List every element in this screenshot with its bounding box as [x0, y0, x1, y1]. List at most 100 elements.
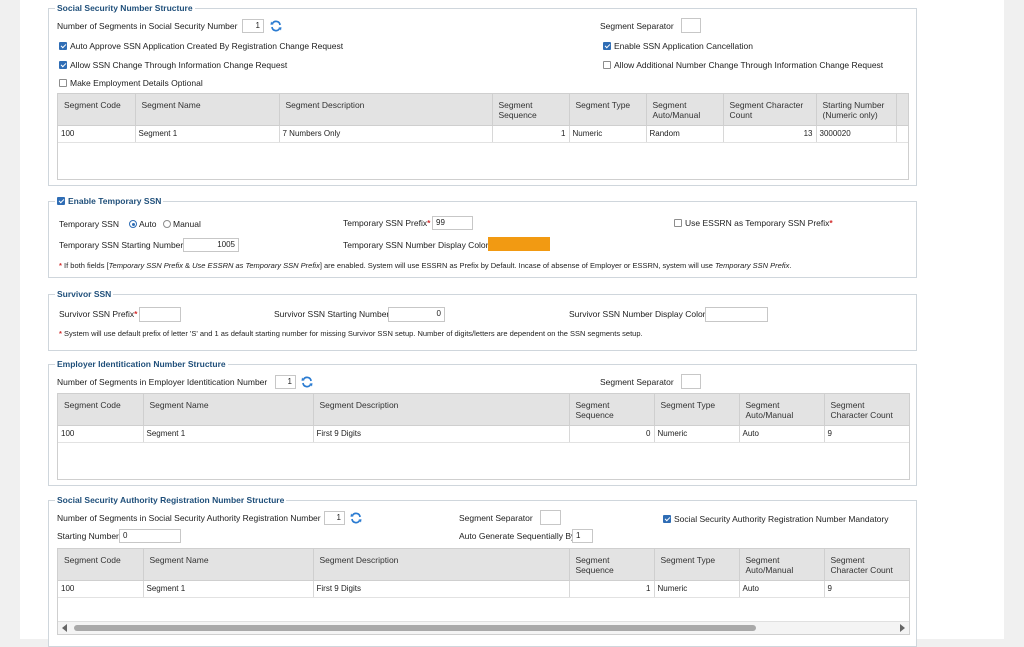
ein-separator-input[interactable]	[681, 374, 701, 389]
temporary-ssn-manual-option[interactable]: Manual	[163, 219, 201, 230]
column-header[interactable]: Segment Type	[654, 394, 740, 426]
enable-temporary-ssn-checkbox[interactable]	[57, 197, 65, 205]
column-header[interactable]: Segment Description	[313, 394, 570, 426]
employment-optional-option[interactable]: Make Employment Details Optional	[59, 78, 203, 89]
table-cell: Auto	[739, 425, 825, 443]
table-cell: Random	[646, 125, 724, 143]
column-header[interactable]: Segment Code	[58, 549, 144, 581]
ssa-segment-table: Segment Code Segment Name Segment Descri…	[57, 548, 910, 635]
table-cell: 9	[824, 425, 909, 443]
note-emphasis: Temporary SSN Prefix	[715, 261, 790, 270]
allow-change-option[interactable]: Allow SSN Change Through Information Cha…	[59, 60, 287, 71]
allow-additional-option[interactable]: Allow Additional Number Change Through I…	[603, 60, 883, 71]
column-header[interactable]: Segment Auto/Manual	[739, 394, 825, 426]
ssn-separator-input[interactable]	[681, 18, 701, 33]
auto-radio[interactable]	[129, 220, 137, 228]
ssa-structure-section: Social Security Authority Registration N…	[48, 495, 917, 647]
column-header[interactable]: Segment Code	[58, 394, 144, 426]
scrollbar-thumb[interactable]	[74, 625, 756, 631]
ein-structure-section: Employer Identitication Number Structure…	[48, 359, 917, 486]
column-header[interactable]: Segment Name	[143, 549, 314, 581]
survivor-color-label: Survivor SSN Number Display Color	[569, 309, 706, 319]
auto-approve-checkbox[interactable]	[59, 42, 67, 50]
ssa-starting-label: Starting Number	[57, 531, 119, 541]
temporary-ssn-prefix-input[interactable]: 99	[432, 216, 473, 230]
allow-additional-label: Allow Additional Number Change Through I…	[614, 60, 884, 70]
ein-segments-input[interactable]: 1	[275, 375, 296, 389]
column-header[interactable]: Segment Code	[58, 94, 136, 126]
survivor-ssn-section: Survivor SSN Survivor SSN Prefix* Surviv…	[48, 289, 917, 351]
column-header[interactable]: Segment Sequence	[569, 394, 655, 426]
survivor-start-input[interactable]: 0	[388, 307, 445, 322]
scroll-right-arrow-icon[interactable]	[900, 624, 905, 632]
column-header[interactable]: Segment Description	[313, 549, 570, 581]
column-header[interactable]: Segment Auto/Manual	[646, 94, 724, 126]
ein-refresh-icon[interactable]	[301, 376, 313, 388]
table-cell: First 9 Digits	[313, 580, 570, 598]
ssn-refresh-icon[interactable]	[270, 20, 282, 32]
temporary-ssn-prefix-text: Temporary SSN Prefix	[343, 218, 428, 228]
survivor-prefix-input[interactable]	[139, 307, 181, 322]
ssa-auto-gen-input[interactable]: 1	[572, 529, 593, 543]
column-header[interactable]: Segment Sequence	[569, 549, 655, 581]
auto-radio-label: Auto	[139, 219, 157, 229]
enable-cancel-option[interactable]: Enable SSN Application Cancellation	[603, 41, 753, 52]
use-essrn-checkbox[interactable]	[674, 219, 682, 227]
column-header[interactable]: Segment Description	[279, 94, 493, 126]
temporary-ssn-prefix-label: Temporary SSN Prefix*	[343, 218, 431, 228]
note-text: &	[182, 261, 193, 270]
column-header[interactable]: Segment Name	[135, 94, 280, 126]
column-header[interactable]: Segment Name	[143, 394, 314, 426]
temporary-ssn-color-label: Temporary SSN Number Display Color	[343, 240, 489, 250]
table-cell: Numeric	[654, 580, 740, 598]
table-row[interactable]: 100 Segment 1 7 Numbers Only 1 Numeric R…	[58, 125, 908, 143]
note-text: .	[789, 261, 792, 270]
temporary-ssn-start-input[interactable]: 1005	[183, 238, 239, 252]
note-text: System will use default prefix of letter…	[64, 329, 643, 338]
horizontal-scrollbar[interactable]	[58, 621, 909, 634]
table-cell: Numeric	[654, 425, 740, 443]
manual-radio-label: Manual	[173, 219, 201, 229]
employment-optional-checkbox[interactable]	[59, 79, 67, 87]
survivor-color-picker[interactable]	[705, 307, 768, 322]
ssn-segment-table: Segment Code Segment Name Segment Descri…	[57, 93, 909, 180]
employment-optional-label: Make Employment Details Optional	[70, 78, 203, 88]
column-header[interactable]: Segment Character Count	[723, 94, 817, 126]
enable-cancel-label: Enable SSN Application Cancellation	[614, 41, 753, 51]
use-essrn-option[interactable]: Use ESSRN as Temporary SSN Prefix*	[674, 218, 833, 229]
column-header[interactable]: Segment Auto/Manual	[739, 549, 825, 581]
survivor-prefix-text: Survivor SSN Prefix	[59, 309, 135, 319]
table-row[interactable]: 100 Segment 1 First 9 Digits 0 Numeric A…	[58, 425, 909, 443]
ssa-refresh-icon[interactable]	[350, 512, 362, 524]
allow-change-label: Allow SSN Change Through Information Cha…	[70, 60, 288, 70]
ssa-separator-input[interactable]	[540, 510, 561, 525]
ssa-mandatory-checkbox[interactable]	[663, 515, 671, 523]
table-cell: Segment 1	[143, 580, 314, 598]
manual-radio[interactable]	[163, 220, 171, 228]
ssa-segments-input[interactable]: 1	[324, 511, 345, 525]
scroll-left-arrow-icon[interactable]	[62, 624, 67, 632]
column-header[interactable]: Segment Type	[569, 94, 647, 126]
use-essrn-label: Use ESSRN as Temporary SSN Prefix	[685, 218, 830, 228]
allow-additional-checkbox[interactable]	[603, 61, 611, 69]
column-header[interactable]: Starting Number (Numeric only)	[816, 94, 897, 126]
ssn-segments-input[interactable]: 1	[242, 19, 264, 33]
temporary-ssn-color-picker[interactable]	[488, 237, 550, 251]
ein-separator-label: Segment Separator	[600, 377, 674, 387]
ssa-starting-input[interactable]: 0	[119, 529, 181, 543]
enable-cancel-checkbox[interactable]	[603, 42, 611, 50]
temporary-ssn-auto-option[interactable]: Auto	[129, 219, 157, 230]
auto-approve-option[interactable]: Auto Approve SSN Application Created By …	[59, 41, 343, 52]
column-header[interactable]: Segment Type	[654, 549, 740, 581]
column-header[interactable]: Segment Sequence	[492, 94, 570, 126]
temporary-ssn-legend[interactable]: Enable Temporary SSN	[55, 196, 164, 207]
ssa-auto-gen-label: Auto Generate Sequentially By	[459, 531, 576, 541]
column-header[interactable]: Segment Character Count	[824, 394, 909, 426]
ssa-mandatory-option[interactable]: Social Security Authority Registration N…	[663, 514, 888, 525]
table-row[interactable]: 100 Segment 1 First 9 Digits 1 Numeric A…	[58, 580, 909, 598]
ssa-mandatory-label: Social Security Authority Registration N…	[674, 514, 889, 524]
note-emphasis: Use ESSRN as Temporary SSN Prefix	[192, 261, 320, 270]
allow-change-checkbox[interactable]	[59, 61, 67, 69]
column-header[interactable]: Segment Character Count	[824, 549, 909, 581]
table-cell: 100	[58, 580, 144, 598]
